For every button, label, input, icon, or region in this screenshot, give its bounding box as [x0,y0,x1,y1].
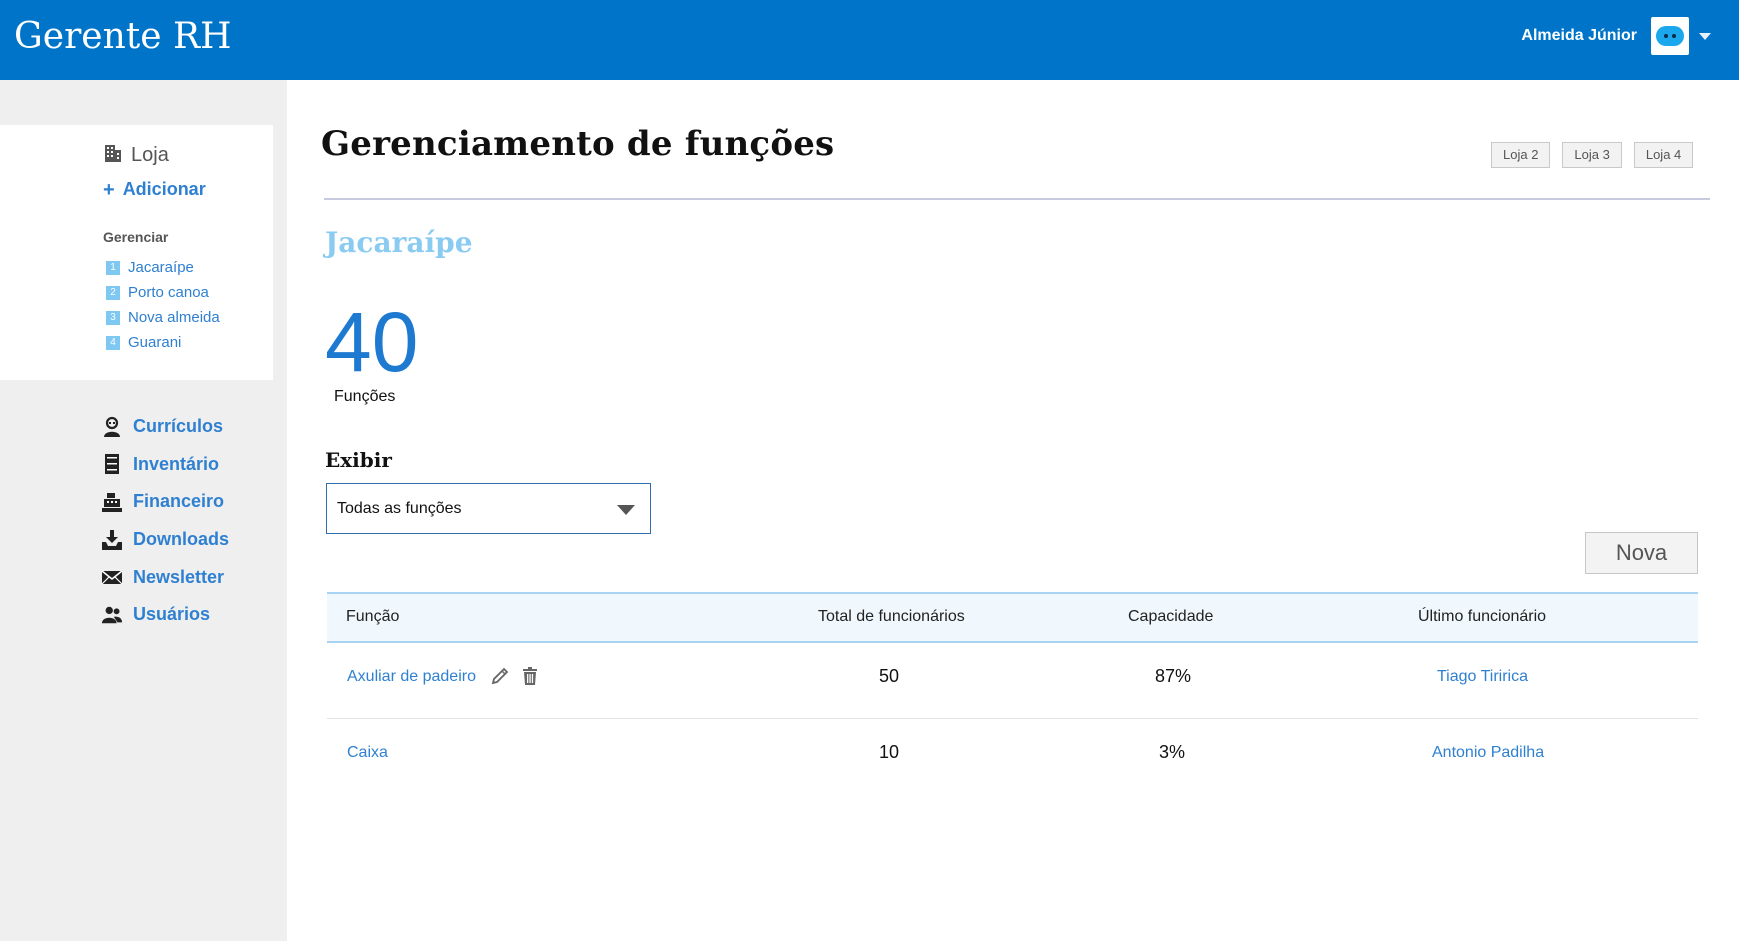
title-divider [324,198,1710,200]
store-number-badge: 3 [106,310,120,325]
store-item-label: Nova almeida [128,309,220,326]
function-name-link[interactable]: Axuliar de padeiro [347,668,476,686]
avatar[interactable] [1651,17,1689,55]
manage-label: Gerenciar [103,229,169,245]
store-number-badge: 2 [106,285,120,300]
store-number-badge: 4 [106,335,120,350]
table-header: Função Total de funcionários Capacidade … [327,592,1698,643]
filter-select[interactable]: Todas as funções [326,483,651,534]
add-store-label: Adicionar [122,179,206,199]
sidebar-item-label: Currículos [133,416,224,437]
sidebar-item-downloads[interactable]: Downloads [101,521,229,559]
store-tabs: Loja 2 Loja 3 Loja 4 [1491,142,1694,168]
column-header-ultimo[interactable]: Último funcionário [1418,608,1546,626]
store-panel: Loja + Adicionar Gerenciar 1 Jacaraípe 2… [0,125,273,380]
sidebar-item-label: Inventário [133,453,220,474]
total-employees: 10 [879,742,900,762]
tab-loja-3[interactable]: Loja 3 [1562,142,1622,168]
store-number-badge: 1 [106,260,120,275]
resume-person-icon [101,416,123,438]
sidebar-item-label: Usuários [133,604,211,625]
last-employee-link[interactable]: Tiago Tiririca [1437,668,1528,686]
top-header: Gerente RH Almeida Júnior [0,0,1739,80]
filter-selected-value: Todas as funções [337,500,462,517]
cash-register-icon [101,491,123,513]
capacity-value: 3% [1159,742,1186,762]
trash-icon[interactable] [520,666,540,686]
functions-table: Função Total de funcionários Capacidade … [327,592,1698,795]
row-actions [490,666,540,686]
sidebar-item-newsletter[interactable]: Newsletter [101,558,229,596]
new-function-button[interactable]: Nova [1585,532,1698,574]
column-header-total[interactable]: Total de funcionários [818,608,965,626]
plus-icon: + [103,178,115,201]
column-header-funcao[interactable]: Função [346,608,399,626]
sidebar: Loja + Adicionar Gerenciar 1 Jacaraípe 2… [0,80,287,941]
sidebar-item-label: Downloads [133,529,230,550]
capacity-value: 87% [1155,666,1192,686]
store-heading-label: Loja [131,144,169,166]
functions-count: 40 [325,295,419,389]
store-list: 1 Jacaraípe 2 Porto canoa 3 Nova almeida… [106,255,220,355]
store-item-label: Jacaraípe [128,259,194,276]
chevron-down-icon [617,505,635,515]
last-employee-link[interactable]: Antonio Padilha [1432,744,1544,762]
avatar-eye [1672,34,1676,38]
envelope-icon [101,566,123,588]
store-item-guarani[interactable]: 4 Guarani [106,330,220,355]
functions-count-label: Funções [334,388,396,405]
sidebar-item-inventario[interactable]: Inventário [101,446,229,484]
app-title: Gerente RH [14,16,232,57]
avatar-face-icon [1656,26,1684,46]
column-header-capacidade[interactable]: Capacidade [1128,608,1213,626]
inventory-cabinet-icon [101,453,123,475]
sidebar-item-label: Financeiro [133,491,225,512]
table-row: Axuliar de padeiro 50 87% Tiago Tiririca [327,643,1698,719]
sidebar-item-usuarios[interactable]: Usuários [101,596,229,634]
tab-loja-2[interactable]: Loja 2 [1491,142,1551,168]
table-row: Caixa 10 3% Antonio Padilha [327,719,1698,795]
store-item-label: Porto canoa [128,284,209,301]
page-title: Gerenciamento de funções [321,124,835,164]
total-employees: 50 [879,666,900,686]
sidebar-item-label: Newsletter [133,566,225,587]
store-item-nova-almeida[interactable]: 3 Nova almeida [106,305,220,330]
function-name-link[interactable]: Caixa [347,744,388,762]
sidebar-item-curriculos[interactable]: Currículos [101,408,229,446]
add-store-link[interactable]: + Adicionar [103,179,206,200]
filter-label: Exibir [325,448,392,472]
building-icon [103,143,123,168]
avatar-eye [1664,34,1668,38]
tab-loja-4[interactable]: Loja 4 [1633,142,1694,168]
users-icon [101,604,123,626]
sidebar-item-financeiro[interactable]: Financeiro [101,483,229,521]
download-tray-icon [101,529,123,551]
user-menu-caret-icon[interactable] [1699,33,1711,40]
store-item-label: Guarani [128,334,182,351]
store-item-porto-canoa[interactable]: 2 Porto canoa [106,280,220,305]
sidebar-nav: Currículos Inventário Financeiro Downloa… [101,408,229,634]
store-name-heading: Jacaraípe [325,226,473,259]
store-item-jacaraipe[interactable]: 1 Jacaraípe [106,255,220,280]
user-name[interactable]: Almeida Júnior [1521,27,1637,45]
store-heading: Loja [103,143,169,168]
edit-pencil-icon[interactable] [490,666,510,686]
